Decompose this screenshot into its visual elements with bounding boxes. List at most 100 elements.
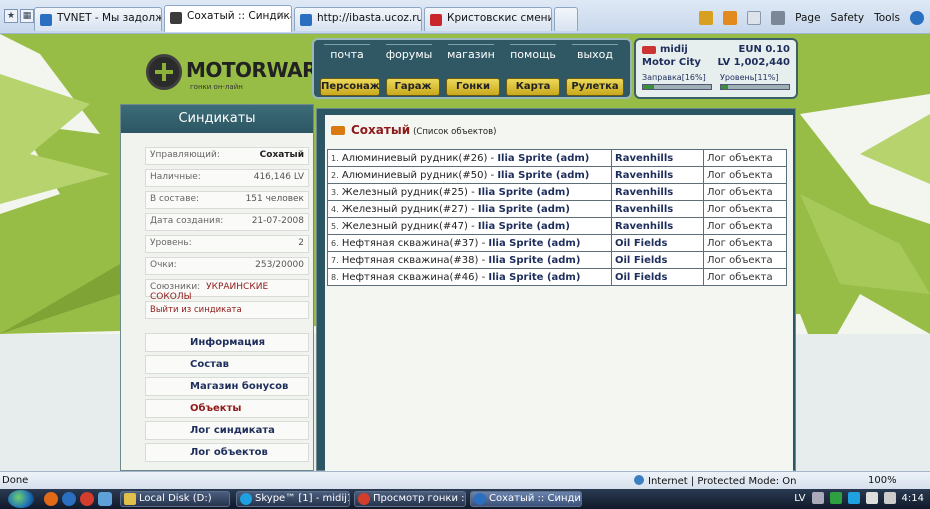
objects-table: 1. Алюминиевый рудник(#26) - Ilia Sprite…	[327, 149, 787, 286]
language-indicator[interactable]: LV	[794, 493, 805, 504]
mail-icon[interactable]	[747, 11, 762, 25]
home-icon[interactable]	[699, 11, 714, 25]
nav-button-races[interactable]: Гонки	[446, 78, 500, 96]
taskbar-item-race-view[interactable]: Просмотр гонки :: ...	[354, 491, 466, 507]
tab-label: http://ibasta.ucoz.ru/_fr/0...	[317, 12, 421, 24]
browser-tab-tvnet[interactable]: TVNET - Мы задолжали г...	[34, 7, 162, 31]
object-owner[interactable]: Ilia Sprite (adm)	[488, 238, 580, 249]
network-icon[interactable]	[865, 492, 878, 504]
menu-item-members[interactable]: Состав	[145, 355, 309, 374]
nav-button-garage[interactable]: Гараж	[386, 78, 440, 96]
info-label: В составе:	[150, 194, 200, 204]
browser-tab-syndicate[interactable]: Сохатый :: Синдикаты ... ✕	[164, 5, 292, 32]
web-page: MOTORWARS.RU гонки он-лайн почта форумы …	[0, 34, 930, 471]
info-label: Наличные:	[150, 172, 201, 182]
row-number: 3.	[331, 187, 339, 197]
object-owner[interactable]: Ilia Sprite (adm)	[478, 187, 570, 198]
object-owner[interactable]: Ilia Sprite (adm)	[497, 153, 589, 164]
user-car-icon	[642, 46, 656, 54]
motorwars-favicon	[170, 12, 182, 24]
object-log-link[interactable]: Лог объекта	[703, 183, 787, 201]
object-log-link[interactable]: Лог объекта	[703, 200, 787, 218]
nav-button-map[interactable]: Карта	[506, 78, 560, 96]
object-log-link[interactable]: Лог объекта	[703, 149, 787, 167]
user-info-box: midij EUN 0.10 Motor City LV 1,002,440 З…	[634, 38, 798, 99]
object-log-link[interactable]: Лог объекта	[703, 217, 787, 235]
zoom-level[interactable]: 100%	[868, 475, 897, 486]
safety-menu[interactable]: Safety	[831, 12, 865, 24]
object-location: Ravenhills	[611, 200, 704, 218]
nav-link-forums[interactable]: форумы	[380, 44, 438, 61]
ie-page-icon	[40, 14, 52, 26]
menu-item-syndicate-log[interactable]: Лог синдиката	[145, 421, 309, 440]
object-location: Ravenhills	[611, 183, 704, 201]
tray-arrow-icon[interactable]	[811, 492, 824, 504]
volume-icon[interactable]	[883, 492, 896, 504]
taskbar-item-local-disk[interactable]: Local Disk (D:)	[120, 491, 230, 507]
row-number: 5.	[331, 221, 339, 231]
menu-item-objects-log[interactable]: Лог объектов	[145, 443, 309, 462]
browser-tab-kristovskis[interactable]: Кристовскис сменил зар...	[424, 7, 552, 31]
task-label: Сохатый :: Синдика...	[489, 493, 581, 504]
object-location: Oil Fields	[611, 251, 704, 269]
site-logo[interactable]: MOTORWARS.RU гонки он-лайн	[140, 44, 369, 106]
level-bar-fill	[721, 85, 729, 89]
tray-app-icon[interactable]	[829, 492, 842, 504]
object-location: Ravenhills	[611, 149, 704, 167]
nav-link-shop[interactable]: магазин	[442, 44, 500, 61]
object-name: Нефтяная скважина(#38) -	[341, 254, 486, 266]
start-button[interactable]	[8, 490, 34, 508]
skype-tray-icon[interactable]	[847, 492, 860, 504]
object-log-link[interactable]: Лог объекта	[703, 234, 787, 252]
leave-syndicate-link[interactable]: Выйти из синдиката	[145, 301, 309, 319]
object-cell: 5. Железный рудник(#47) - Ilia Sprite (a…	[327, 217, 612, 235]
task-label: Skype™ [1] - midij19...	[255, 493, 349, 504]
menu-item-information[interactable]: Информация	[145, 333, 309, 352]
object-owner[interactable]: Ilia Sprite (adm)	[488, 272, 580, 283]
object-log-link[interactable]: Лог объекта	[703, 251, 787, 269]
user-nick[interactable]: midij	[660, 44, 688, 55]
print-icon[interactable]	[771, 11, 786, 25]
clock[interactable]: 4:14	[902, 493, 924, 504]
menu-item-objects[interactable]: Объекты	[145, 399, 309, 418]
nav-button-character[interactable]: Персонаж	[320, 78, 380, 96]
security-zone[interactable]: Internet | Protected Mode: On	[634, 475, 796, 487]
menu-item-bonus-shop[interactable]: Магазин бонусов	[145, 377, 309, 396]
object-owner[interactable]: Ilia Sprite (adm)	[478, 204, 570, 215]
object-log-link[interactable]: Лог объекта	[703, 166, 787, 184]
row-number: 7.	[331, 255, 339, 265]
object-cell: 4. Железный рудник(#27) - Ilia Sprite (a…	[327, 200, 612, 218]
tools-menu[interactable]: Tools	[874, 12, 900, 24]
object-log-link[interactable]: Лог объекта	[703, 268, 787, 286]
info-value[interactable]: Сохатый	[260, 150, 304, 160]
ie-icon[interactable]	[62, 492, 76, 506]
nav-button-roulette[interactable]: Рулетка	[566, 78, 624, 96]
new-tab-button[interactable]	[554, 7, 578, 31]
object-owner[interactable]: Ilia Sprite (adm)	[478, 221, 570, 232]
taskbar-item-syndicate[interactable]: Сохатый :: Синдика...	[470, 491, 582, 507]
quick-tabs-icon[interactable]: ▦	[20, 9, 34, 23]
opera-icon[interactable]	[80, 492, 94, 506]
row-number: 8.	[331, 272, 339, 282]
favorites-icon[interactable]: ★	[4, 9, 18, 23]
help-icon[interactable]	[910, 11, 924, 25]
browser-tab-ibasta[interactable]: http://ibasta.ucoz.ru/_fr/0...	[294, 7, 422, 31]
nav-link-mail[interactable]: почта	[318, 44, 376, 61]
lv-balance: LV 1,002,440	[717, 57, 790, 68]
nav-link-logout[interactable]: выход	[566, 44, 624, 61]
info-row-created: Дата создания: 21-07-2008	[145, 213, 309, 231]
fuel-bar	[642, 84, 712, 90]
object-cell: 2. Алюминиевый рудник(#50) - Ilia Sprite…	[327, 166, 612, 184]
firefox-icon[interactable]	[44, 492, 58, 506]
object-owner[interactable]: Ilia Sprite (adm)	[497, 170, 589, 181]
nav-link-help[interactable]: помощь	[504, 44, 562, 61]
object-name: Железный рудник(#47) -	[341, 220, 475, 232]
taskbar-item-skype[interactable]: Skype™ [1] - midij19...	[236, 491, 350, 507]
object-owner[interactable]: Ilia Sprite (adm)	[488, 255, 580, 266]
object-location: Oil Fields	[611, 268, 704, 286]
feeds-icon[interactable]	[723, 11, 738, 25]
page-menu[interactable]: Page	[795, 12, 820, 24]
news-favicon	[430, 14, 442, 26]
show-desktop-icon[interactable]	[98, 492, 112, 506]
close-tab-icon[interactable]: ✕	[275, 11, 287, 23]
